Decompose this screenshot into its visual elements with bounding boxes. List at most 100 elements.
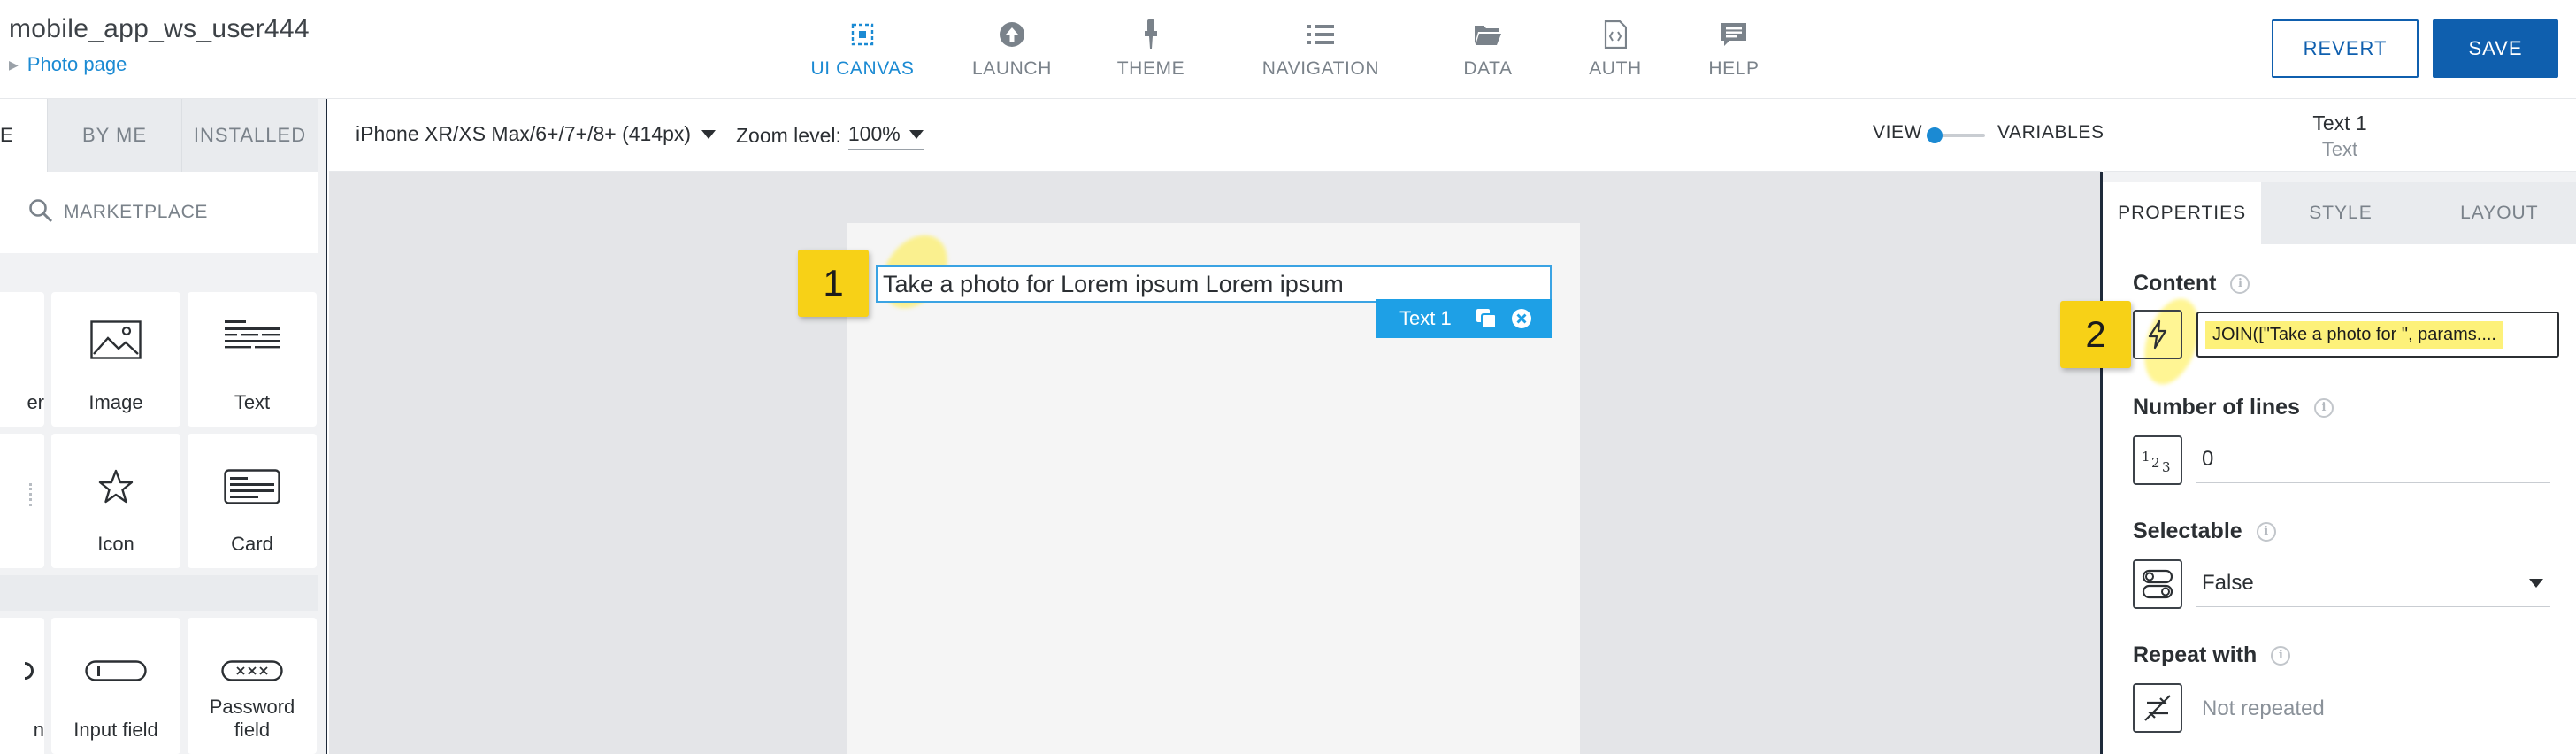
step-badge-1: 1	[798, 250, 869, 317]
card-icon	[188, 469, 317, 504]
component-label: Card	[231, 533, 273, 555]
repeat-icon[interactable]	[2133, 683, 2182, 733]
zoom-control: Zoom level: 100%	[736, 122, 924, 150]
tab-launch[interactable]: LAUNCH	[947, 0, 1077, 99]
components-panel: E BY ME INSTALLED MARKETPLACE er Image T…	[0, 99, 327, 754]
tab-navigation[interactable]: NAVIGATION	[1224, 0, 1417, 99]
tab-by-me[interactable]: BY ME	[48, 99, 182, 172]
component-label: er	[27, 391, 44, 413]
tab-layout[interactable]: LAYOUT	[2419, 182, 2576, 244]
revert-button[interactable]: REVERT	[2272, 19, 2419, 78]
device-value: iPhone XR/XS Max/6+/7+/8+ (414px)	[356, 122, 692, 145]
component-label: n	[33, 719, 44, 741]
lines-section: Number of lines i	[2133, 395, 2334, 420]
selection-tag: Text 1	[1376, 299, 1552, 338]
ui-canvas: Take a photo for Lorem ipsum Lorem ipsum…	[329, 172, 2102, 754]
component-button[interactable]: n	[0, 618, 44, 754]
caret-down-icon	[2529, 578, 2543, 588]
divider-icon	[29, 483, 32, 506]
caret-down-icon	[908, 129, 924, 139]
info-icon: i	[2313, 397, 2334, 418]
zoom-select[interactable]: 100%	[847, 122, 924, 150]
selected-text-element[interactable]: Take a photo for Lorem ipsum Lorem ipsum	[876, 265, 1552, 303]
input-field-icon	[51, 660, 180, 681]
component-container[interactable]: er	[0, 292, 44, 427]
breadcrumb-page[interactable]: Photo page	[27, 53, 127, 76]
component-partial[interactable]	[0, 434, 44, 568]
device-select[interactable]: iPhone XR/XS Max/6+/7+/8+ (414px)	[356, 122, 717, 146]
component-name: Text 1	[2312, 112, 2367, 135]
binding-button[interactable]	[2133, 310, 2182, 359]
component-type: Text	[2321, 138, 2358, 160]
data-icon	[1473, 19, 1503, 50]
svg-text:2: 2	[2151, 455, 2160, 471]
zoom-label: Zoom level:	[736, 124, 841, 147]
caret-down-icon	[702, 129, 717, 139]
tab-auth[interactable]: AUTH	[1559, 0, 1672, 99]
svg-text:3: 3	[2162, 459, 2171, 473]
component-label: Password field	[209, 696, 295, 741]
lines-input[interactable]: 0	[2196, 435, 2550, 483]
info-icon: i	[2271, 645, 2291, 666]
caret-right-icon: ▶	[9, 57, 19, 72]
delete-icon[interactable]	[1510, 307, 1533, 330]
section-divider	[0, 575, 318, 611]
tab-label: DATA	[1463, 58, 1513, 79]
component-image[interactable]: Image	[51, 292, 180, 427]
selection-name: Text 1	[1399, 307, 1452, 329]
view-variables-toggle[interactable]	[1927, 126, 1987, 145]
component-password-field[interactable]: Password field	[188, 618, 317, 754]
selectable-select[interactable]: False	[2196, 559, 2550, 607]
tab-theme[interactable]: THEME	[1077, 0, 1224, 99]
toggle-knob[interactable]	[1927, 127, 1943, 143]
auth-icon	[1600, 19, 1630, 50]
component-header: Text 1 Text	[2104, 99, 2576, 172]
component-input-field[interactable]: Input field	[51, 618, 180, 754]
lightning-icon	[2148, 319, 2167, 350]
duplicate-icon[interactable]	[1475, 307, 1498, 330]
text-content: Take a photo for Lorem ipsum Lorem ipsum	[883, 270, 1344, 297]
repeat-value[interactable]: Not repeated	[2196, 685, 2550, 733]
content-formula-field[interactable]: JOIN(["Take a photo for ", params....	[2196, 312, 2559, 358]
image-icon	[51, 320, 180, 359]
component-icon[interactable]: Icon	[51, 434, 180, 568]
properties-panel: PROPERTIES STYLE LAYOUT Content i JOIN([…	[2060, 172, 2576, 754]
component-label: Icon	[97, 533, 134, 555]
tab-label: THEME	[1116, 58, 1185, 79]
top-bar: mobile_app_ws_user444 ▶ Photo page UI CA…	[0, 0, 2576, 99]
lines-label: Number of lines	[2133, 395, 2300, 419]
selectable-label: Selectable	[2133, 519, 2242, 543]
content-section: Content i	[2133, 271, 2250, 296]
formula-value: JOIN(["Take a photo for ", params....	[2205, 320, 2503, 349]
svg-text:1: 1	[2142, 449, 2150, 465]
save-button[interactable]: SAVE	[2433, 19, 2558, 78]
component-label: Text	[234, 391, 271, 413]
tab-help[interactable]: HELP	[1672, 0, 1796, 99]
app-name: mobile_app_ws_user444	[9, 14, 310, 43]
tab-all[interactable]: E	[0, 99, 48, 172]
password-field-icon	[188, 660, 317, 681]
button-icon	[25, 662, 34, 680]
component-text[interactable]: Text	[188, 292, 317, 427]
tab-installed[interactable]: INSTALLED	[182, 99, 318, 172]
breadcrumb[interactable]: ▶ Photo page	[9, 53, 126, 76]
theme-icon	[1136, 19, 1166, 50]
main-nav: UI CANVAS LAUNCH THEME NAVIGATION DATA A…	[778, 0, 1796, 99]
component-card[interactable]: Card	[188, 434, 317, 568]
tab-data[interactable]: DATA	[1417, 0, 1559, 99]
info-icon: i	[2256, 521, 2276, 542]
selectable-section: Selectable i	[2133, 519, 2276, 544]
components-tabs: E BY ME INSTALLED	[0, 99, 318, 172]
info-icon: i	[2230, 273, 2250, 294]
selectable-value: False	[2202, 570, 2254, 595]
content-label: Content	[2133, 271, 2217, 296]
tab-label: HELP	[1708, 58, 1760, 79]
step-badge-2: 2	[2060, 301, 2131, 368]
help-icon	[1719, 19, 1749, 50]
variables-label: VARIABLES	[1997, 122, 2104, 142]
zoom-value: 100%	[847, 122, 901, 145]
marketplace-search[interactable]: MARKETPLACE	[0, 172, 318, 253]
tab-ui-canvas[interactable]: UI CANVAS	[778, 0, 947, 99]
tab-style[interactable]: STYLE	[2261, 182, 2420, 244]
tab-properties[interactable]: PROPERTIES	[2103, 182, 2262, 244]
